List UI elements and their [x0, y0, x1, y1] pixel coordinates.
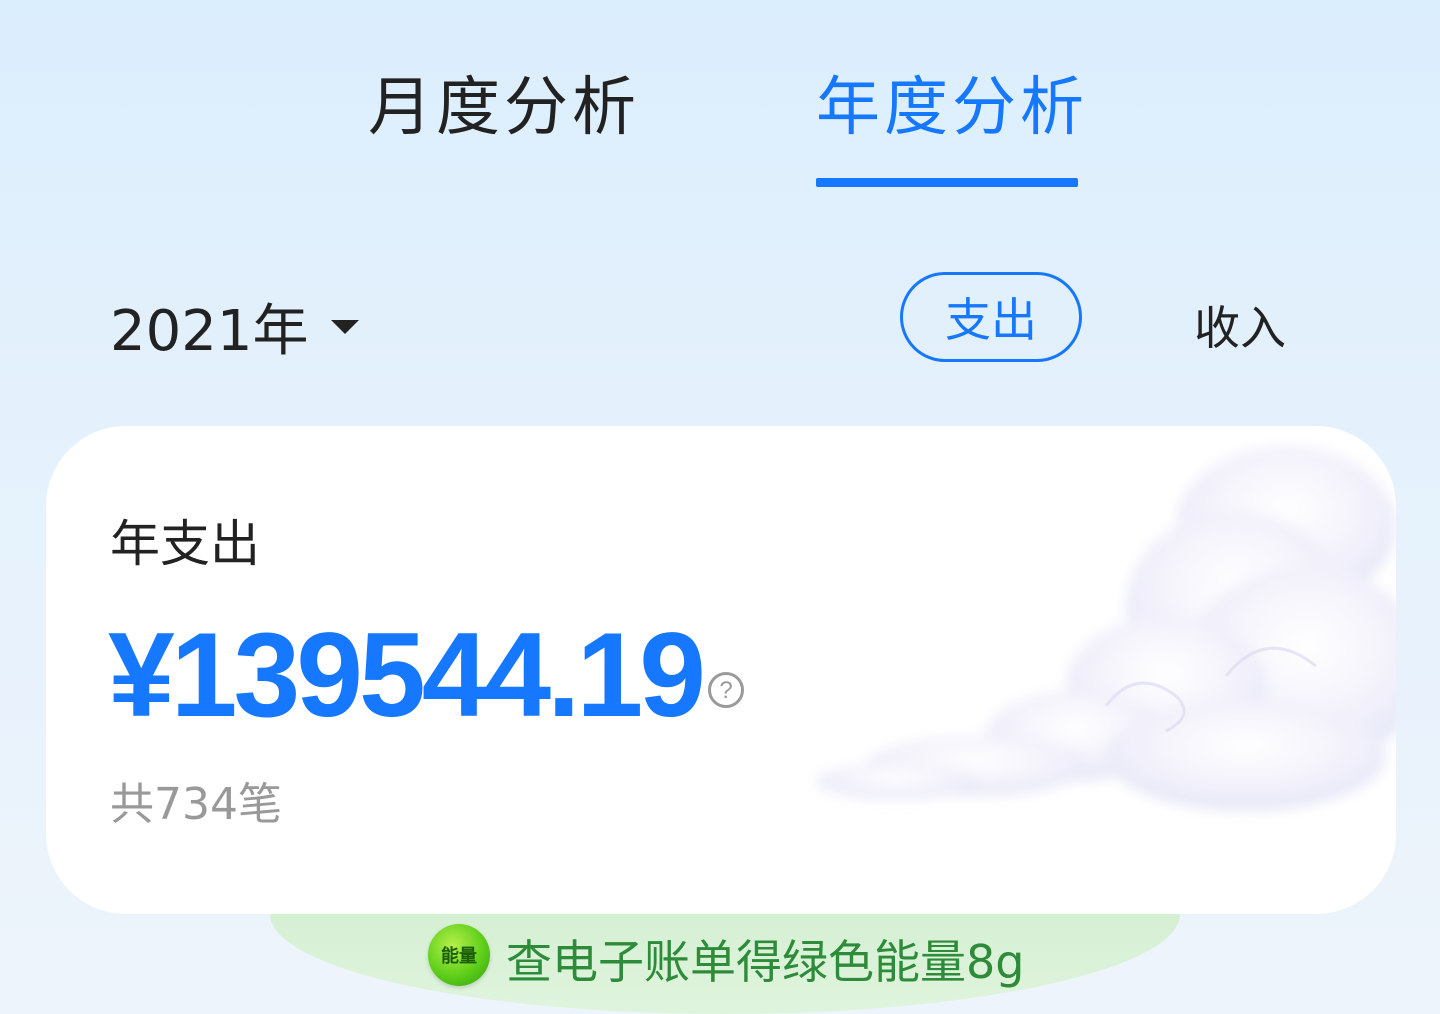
energy-banner-text: 查电子账单得绿色能量8g: [506, 935, 1025, 989]
help-icon[interactable]: ?: [708, 672, 744, 708]
active-tab-indicator: [816, 178, 1078, 187]
year-dropdown[interactable]: 2021年: [110, 286, 359, 367]
yearly-expense-title: 年支出: [110, 515, 260, 573]
tab-yearly-analysis[interactable]: 年度分析: [816, 56, 1088, 148]
caret-down-icon: [330, 319, 359, 334]
energy-badge-icon: 能量: [428, 924, 490, 986]
transaction-count: 共734笔: [110, 779, 282, 830]
year-label: 2021年: [110, 299, 309, 364]
cloud-decoration-icon: [816, 446, 1396, 811]
yearly-expense-amount: ¥139544.19: [108, 608, 706, 742]
green-energy-banner[interactable]: 能量 查电子账单得绿色能量8g: [270, 914, 1180, 1014]
expense-toggle-button[interactable]: 支出: [900, 272, 1082, 362]
analysis-tabs: 月度分析 年度分析: [0, 0, 1440, 200]
yearly-summary-card: 年支出 ¥139544.19 ? 共734笔: [46, 426, 1396, 914]
income-toggle-button[interactable]: 收入: [1194, 292, 1286, 358]
tab-monthly-analysis[interactable]: 月度分析: [368, 56, 640, 148]
